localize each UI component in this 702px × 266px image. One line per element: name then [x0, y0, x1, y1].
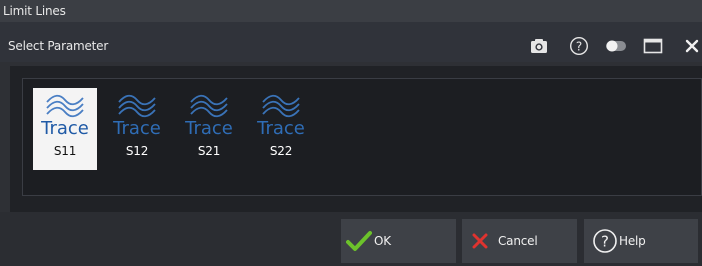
ok-label: OK — [374, 234, 391, 248]
trace-label: Trace — [257, 118, 305, 139]
parameter-label: S22 — [269, 144, 293, 158]
svg-text:?: ? — [576, 39, 582, 53]
parameter-tile-s11[interactable]: Trace S11 — [33, 88, 97, 170]
parameter-tile-s21[interactable]: Trace S21 — [177, 88, 241, 170]
x-icon — [472, 233, 488, 249]
help-circle-icon: ? — [593, 229, 617, 253]
dialog-header: Select Parameter ? — [0, 22, 702, 62]
help-label: Help — [619, 234, 646, 248]
parameter-label: S12 — [125, 144, 149, 158]
trace-wave-icon — [118, 94, 156, 118]
ok-button[interactable]: OK — [341, 219, 456, 263]
window-title: Limit Lines — [3, 4, 66, 18]
trace-wave-icon — [46, 94, 84, 118]
check-icon — [346, 231, 372, 251]
trace-label: Trace — [113, 118, 161, 139]
camera-icon[interactable] — [530, 36, 548, 56]
toggle-icon[interactable] — [605, 36, 627, 56]
cancel-label: Cancel — [498, 234, 538, 248]
svg-text:?: ? — [601, 233, 609, 251]
trace-label: Trace — [185, 118, 233, 139]
parameter-label: S21 — [197, 144, 221, 158]
help-button[interactable]: ? Help — [584, 219, 698, 263]
limit-lines-dialog: Limit Lines Select Parameter ? Trace S11… — [0, 0, 702, 266]
parameter-tile-s22[interactable]: Trace S22 — [249, 88, 313, 170]
maximize-icon[interactable] — [643, 36, 663, 56]
dialog-title: Select Parameter — [8, 39, 109, 53]
parameter-label: S11 — [53, 144, 77, 158]
parameter-tile-s12[interactable]: Trace S12 — [105, 88, 169, 170]
window-titlebar: Limit Lines — [0, 0, 702, 22]
trace-label: Trace — [41, 118, 89, 139]
cancel-button[interactable]: Cancel — [462, 219, 577, 263]
trace-wave-icon — [190, 94, 228, 118]
trace-wave-icon — [262, 94, 300, 118]
close-icon[interactable] — [684, 36, 700, 56]
help-circle-icon[interactable]: ? — [569, 36, 589, 56]
